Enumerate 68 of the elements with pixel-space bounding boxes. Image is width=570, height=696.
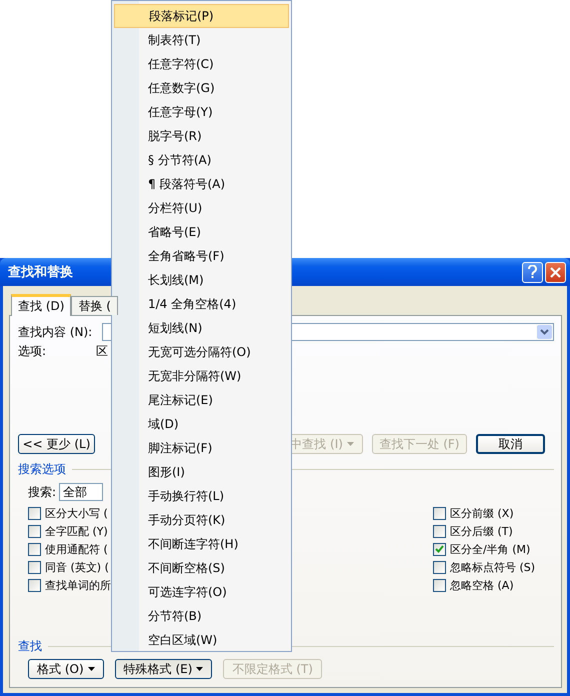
options-label: 选项: xyxy=(18,342,48,360)
menu-item[interactable]: 手动分页符(K) xyxy=(114,508,289,532)
checkbox[interactable] xyxy=(28,524,41,538)
checkbox[interactable] xyxy=(28,506,41,520)
help-button[interactable] xyxy=(522,262,543,282)
menu-item[interactable]: 脱字号(R) xyxy=(114,124,289,148)
menu-item[interactable]: 不间断连字符(H) xyxy=(114,532,289,556)
chevron-down-icon xyxy=(540,329,549,335)
checkbox[interactable] xyxy=(433,524,446,538)
help-icon xyxy=(527,265,538,279)
checkbox-label: 查找单词的所 xyxy=(45,578,111,592)
menu-item[interactable]: 省略号(E) xyxy=(114,220,289,244)
section-title: 搜索选项 xyxy=(18,461,66,478)
caret-icon xyxy=(196,667,204,671)
menu-item[interactable]: 段落标记(P) xyxy=(114,4,289,28)
menu-item[interactable]: ¶ 段落符号(A) xyxy=(114,172,289,196)
menu-item[interactable]: 短划线(N) xyxy=(114,316,289,340)
menu-item[interactable]: § 分节符(A) xyxy=(114,148,289,172)
menu-item[interactable]: 图形(I) xyxy=(114,460,289,484)
find-label: 查找内容 (N): xyxy=(18,324,94,340)
dialog-button[interactable]: 取消 xyxy=(476,434,545,454)
checkbox-label: 区分大小写 ( xyxy=(45,506,108,520)
menu-item[interactable]: 域(D) xyxy=(114,412,289,436)
check-icon xyxy=(435,545,444,553)
checkbox-label: 区分全/半角 (M) xyxy=(450,542,530,556)
menu-item[interactable]: 可选连字符(O) xyxy=(114,580,289,604)
checkbox-label: 同音 (英文) ( xyxy=(45,560,109,574)
options-value: 区 xyxy=(96,342,108,360)
checkbox-label: 使用通配符 ( xyxy=(45,542,108,556)
menu-item[interactable]: 分栏符(U) xyxy=(114,196,289,220)
checkbox[interactable] xyxy=(433,578,446,592)
section-title: 查找 xyxy=(18,638,42,655)
checkbox[interactable] xyxy=(28,560,41,574)
menu-item[interactable]: 尾注标记(E) xyxy=(114,388,289,412)
checkbox-label: 区分前缀 (X) xyxy=(450,506,514,520)
tab[interactable]: 查找 (D) xyxy=(11,294,72,316)
menu-item[interactable]: 任意字符(C) xyxy=(114,52,289,76)
close-button[interactable] xyxy=(545,262,566,282)
menu-item[interactable]: 制表符(T) xyxy=(114,28,289,52)
menu-item[interactable]: 分节符(B) xyxy=(114,604,289,628)
caret-icon xyxy=(88,667,95,671)
checkbox[interactable] xyxy=(433,542,446,556)
checkbox-label: 区分后缀 (T) xyxy=(450,524,513,538)
checkbox[interactable] xyxy=(28,542,41,556)
menu-item[interactable]: 不间断空格(S) xyxy=(114,556,289,580)
search-label: 搜索: xyxy=(28,484,56,500)
close-icon xyxy=(550,266,561,278)
checkbox-label: 忽略标点符号 (S) xyxy=(450,560,536,574)
menu-item[interactable]: 长划线(M) xyxy=(114,268,289,292)
menu-item[interactable]: 空白区域(W) xyxy=(114,628,289,652)
search-scope-field[interactable]: 全部 xyxy=(59,483,104,501)
dialog-button[interactable]: << 更少 (L) xyxy=(18,434,95,454)
menu-item[interactable]: 任意字母(Y) xyxy=(114,100,289,124)
window-title: 查找和替换 xyxy=(8,264,73,281)
caret-icon xyxy=(346,442,354,446)
checkbox[interactable] xyxy=(28,578,41,592)
format-button[interactable]: 特殊格式 (E) xyxy=(114,659,212,679)
menu-item[interactable]: 全角省略号(F) xyxy=(114,244,289,268)
menu-item[interactable]: 无宽可选分隔符(O) xyxy=(114,340,289,364)
checkbox[interactable] xyxy=(433,560,446,574)
menu-item[interactable]: 手动换行符(L) xyxy=(114,484,289,508)
menu-item[interactable]: 任意数字(G) xyxy=(114,76,289,100)
checkbox[interactable] xyxy=(433,506,446,520)
checkbox-label: 忽略空格 (A) xyxy=(450,578,514,592)
format-button[interactable]: 格式 (O) xyxy=(28,659,104,679)
checkbox-label: 全字匹配 (Y) xyxy=(45,524,108,538)
menu-item[interactable]: 无宽非分隔符(W) xyxy=(114,364,289,388)
tab[interactable]: 替换 ( xyxy=(71,296,118,315)
